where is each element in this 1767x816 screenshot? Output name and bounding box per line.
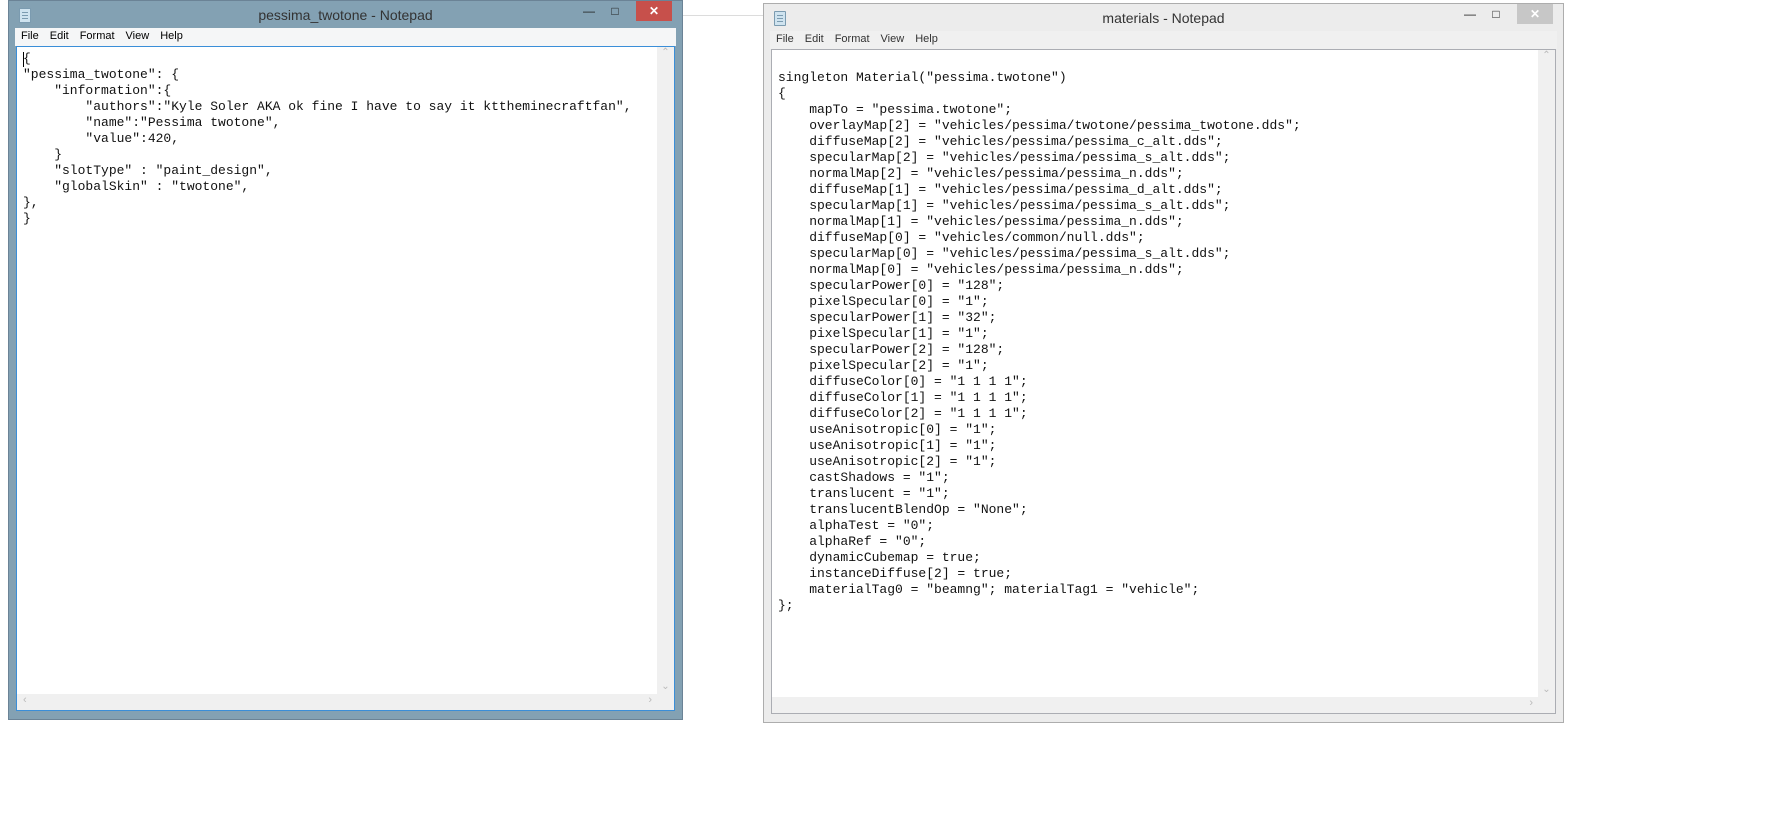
text-line: dynamicCubemap = true; [778, 550, 981, 565]
notepad-window-materials[interactable]: materials - Notepad — □ ✕ File Edit Format… [763, 3, 1564, 723]
text-line [778, 54, 1301, 70]
text-line: alphaRef = "0"; [778, 534, 927, 549]
text-line: "globalSkin" : "twotone", [23, 179, 250, 194]
text-line: normalMap[0] = "vehicles/pessima/pessima… [778, 262, 1184, 277]
horizontal-scrollbar[interactable]: › [772, 697, 1555, 713]
menu-help[interactable]: Help [909, 31, 943, 45]
text-line: } [23, 147, 63, 162]
text-line: specularPower[2] = "128"; [778, 342, 1005, 357]
editor-content[interactable]: {"pessima_twotone": { "information":{ "a… [23, 51, 632, 227]
menu-format[interactable]: Format [829, 31, 875, 45]
menu-view[interactable]: View [120, 28, 155, 42]
text-line: "pessima_twotone": { [23, 67, 180, 82]
text-editor[interactable]: singleton Material("pessima.twotone"){ m… [771, 49, 1556, 714]
scroll-up-icon[interactable]: ⌃ [657, 47, 674, 58]
editor-content[interactable]: singleton Material("pessima.twotone"){ m… [778, 54, 1301, 614]
text-line: "information":{ [23, 83, 172, 98]
window-title: materials - Notepad [1102, 10, 1225, 26]
maximize-button[interactable]: □ [1483, 4, 1509, 24]
text-line: diffuseColor[2] = "1 1 1 1"; [778, 406, 1028, 421]
maximize-button[interactable]: □ [602, 1, 628, 21]
menu-edit[interactable]: Edit [44, 28, 74, 42]
text-line: alphaTest = "0"; [778, 518, 935, 533]
text-line: instanceDiffuse[2] = true; [778, 566, 1013, 581]
close-button[interactable]: ✕ [636, 1, 672, 21]
menu-help[interactable]: Help [154, 28, 188, 42]
close-button[interactable]: ✕ [1517, 4, 1553, 24]
title-bar[interactable]: materials - Notepad — □ ✕ [764, 4, 1563, 32]
vertical-scrollbar[interactable]: ⌃ ⌄ [1538, 50, 1555, 697]
text-line: specularMap[1] = "vehicles/pessima/pessi… [778, 198, 1231, 213]
text-line: specularPower[1] = "32"; [778, 310, 997, 325]
text-line: overlayMap[2] = "vehicles/pessima/twoton… [778, 118, 1301, 133]
text-line: mapTo = "pessima.twotone"; [778, 102, 1013, 117]
text-line: diffuseMap[0] = "vehicles/common/null.dd… [778, 230, 1145, 245]
menu-format[interactable]: Format [74, 28, 120, 42]
text-line: pixelSpecular[0] = "1"; [778, 294, 989, 309]
text-line: pixelSpecular[2] = "1"; [778, 358, 989, 373]
text-line: pixelSpecular[1] = "1"; [778, 326, 989, 341]
menu-file[interactable]: File [770, 31, 799, 45]
text-line: diffuseMap[1] = "vehicles/pessima/pessim… [778, 182, 1223, 197]
text-line: }; [778, 598, 794, 613]
text-line: specularPower[0] = "128"; [778, 278, 1005, 293]
notepad-window-pessima-twotone[interactable]: pessima_twotone - Notepad — □ ✕ File Edit… [8, 0, 683, 720]
text-line: "slotType" : "paint_design", [23, 163, 273, 178]
text-line: translucent = "1"; [778, 486, 950, 501]
text-line: "value":420, [23, 131, 180, 146]
text-line: "name":"Pessima twotone", [23, 115, 281, 130]
scroll-right-icon[interactable]: › [1529, 697, 1533, 709]
scroll-down-icon[interactable]: ⌄ [657, 681, 674, 692]
scroll-left-icon[interactable]: ‹ [23, 694, 27, 706]
text-line: castShadows = "1"; [778, 470, 950, 485]
minimize-button[interactable]: — [1457, 4, 1483, 24]
text-line: specularMap[2] = "vehicles/pessima/pessi… [778, 150, 1231, 165]
text-line: useAnisotropic[1] = "1"; [778, 438, 997, 453]
text-line: { [23, 51, 31, 66]
text-line: diffuseMap[2] = "vehicles/pessima/pessim… [778, 134, 1223, 149]
text-line: normalMap[2] = "vehicles/pessima/pessima… [778, 166, 1184, 181]
text-line: useAnisotropic[2] = "1"; [778, 454, 997, 469]
menu-bar: File Edit Format View Help [15, 28, 676, 46]
text-editor[interactable]: {"pessima_twotone": { "information":{ "a… [16, 46, 675, 711]
text-line: "authors":"Kyle Soler AKA ok fine I have… [23, 99, 632, 114]
text-line: } [23, 211, 31, 226]
horizontal-scrollbar[interactable]: ‹ › [17, 694, 674, 710]
text-line: normalMap[1] = "vehicles/pessima/pessima… [778, 214, 1184, 229]
text-line: { [778, 86, 786, 101]
text-line: singleton Material("pessima.twotone") [778, 70, 1067, 85]
text-line: translucentBlendOp = "None"; [778, 502, 1028, 517]
scroll-down-icon[interactable]: ⌄ [1538, 684, 1555, 695]
scroll-up-icon[interactable]: ⌃ [1538, 50, 1555, 61]
menu-file[interactable]: File [15, 28, 44, 42]
menu-view[interactable]: View [875, 31, 910, 45]
title-bar[interactable]: pessima_twotone - Notepad — □ ✕ [9, 1, 682, 29]
menu-edit[interactable]: Edit [799, 31, 829, 45]
menu-bar: File Edit Format View Help [770, 31, 1557, 49]
text-line: materialTag0 = "beamng"; materialTag1 = … [778, 582, 1200, 597]
minimize-button[interactable]: — [576, 1, 602, 21]
text-line: diffuseColor[0] = "1 1 1 1"; [778, 374, 1028, 389]
background-divider [683, 15, 768, 16]
text-line: diffuseColor[1] = "1 1 1 1"; [778, 390, 1028, 405]
scroll-right-icon[interactable]: › [648, 694, 652, 706]
vertical-scrollbar[interactable]: ⌃ ⌄ [657, 47, 674, 694]
text-line: specularMap[0] = "vehicles/pessima/pessi… [778, 246, 1231, 261]
text-line: useAnisotropic[0] = "1"; [778, 422, 997, 437]
text-line: }, [23, 195, 39, 210]
